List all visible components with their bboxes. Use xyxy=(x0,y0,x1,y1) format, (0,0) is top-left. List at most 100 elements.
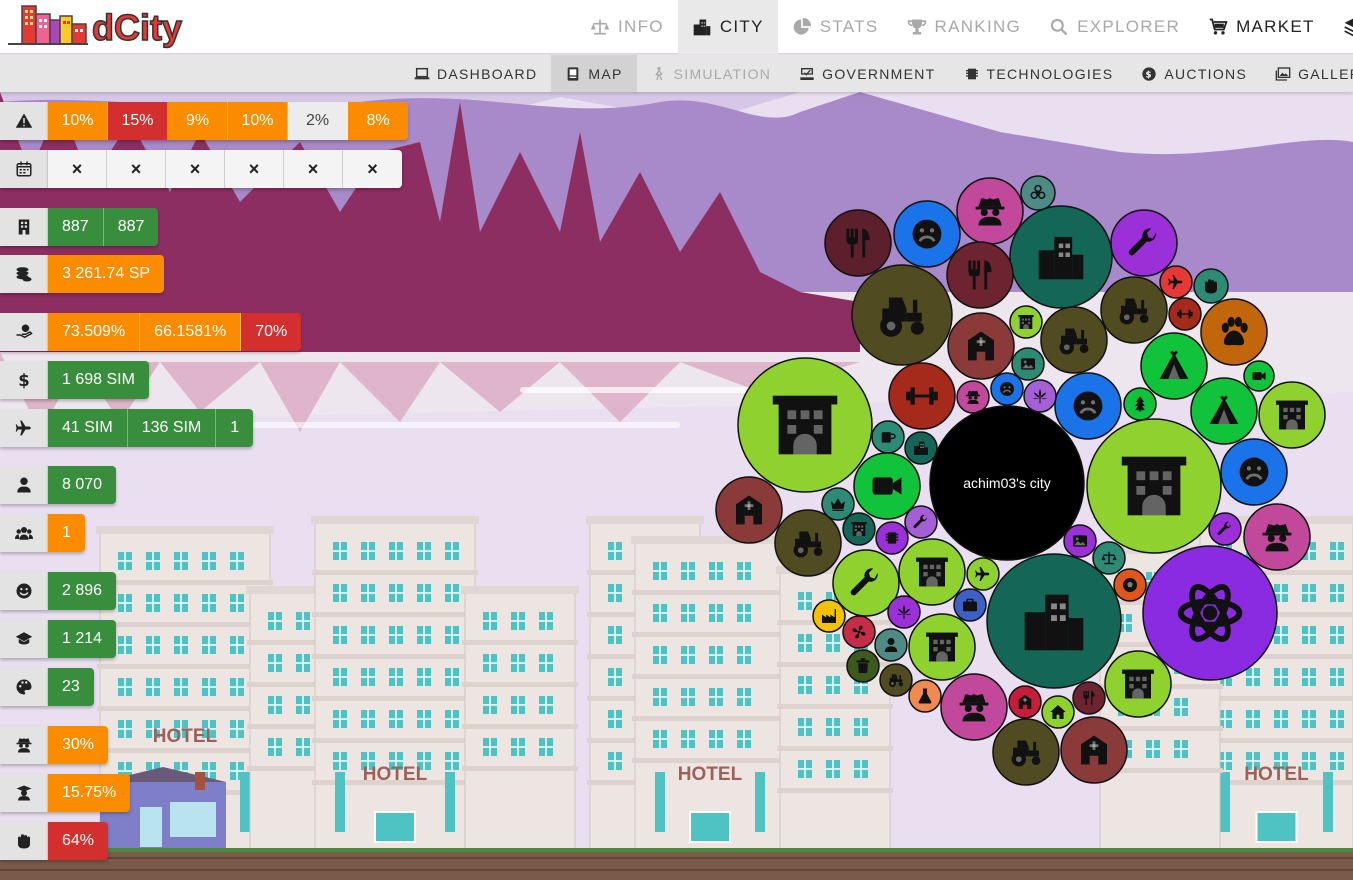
tab-info[interactable]: INFO xyxy=(576,0,678,54)
city-bubble[interactable] xyxy=(904,431,938,465)
city-bubble[interactable] xyxy=(908,613,976,681)
stat-value[interactable]: 887 xyxy=(103,208,159,246)
stat-value[interactable]: 8% xyxy=(348,102,408,140)
stat-value[interactable]: 73.509% xyxy=(48,313,141,351)
subtab-auctions[interactable]: $ AUCTIONS xyxy=(1127,55,1261,92)
stat-value[interactable]: × xyxy=(166,150,225,188)
city-bubble[interactable] xyxy=(953,588,987,622)
stat-value[interactable]: 15% xyxy=(108,102,168,140)
stat-value[interactable]: 887 xyxy=(48,208,104,246)
city-bubble[interactable] xyxy=(812,599,846,633)
city-bubble[interactable] xyxy=(1140,332,1208,400)
city-bubble[interactable] xyxy=(1208,512,1242,546)
city-bubble[interactable] xyxy=(1168,297,1202,331)
city-bubble[interactable] xyxy=(851,264,953,366)
stat-value[interactable]: 64% xyxy=(48,822,109,860)
stat-value[interactable]: 70% xyxy=(241,313,302,351)
subtab-map[interactable]: MAP xyxy=(551,55,637,92)
stat-value[interactable]: 1 xyxy=(48,514,85,552)
city-bubble[interactable] xyxy=(1200,298,1268,366)
city-bubble[interactable] xyxy=(956,177,1024,245)
city-bubble[interactable] xyxy=(1159,265,1193,299)
city-bubble[interactable] xyxy=(1060,716,1128,784)
city-bubble[interactable] xyxy=(1072,681,1106,715)
stat-value[interactable]: 10% xyxy=(228,102,288,140)
city-bubble[interactable] xyxy=(1040,306,1108,374)
stat-value[interactable]: × xyxy=(107,150,166,188)
city-bubble[interactable] xyxy=(853,452,921,520)
stat-value[interactable]: 1 214 xyxy=(48,620,117,658)
stat-value[interactable]: 9% xyxy=(168,102,228,140)
stat-value[interactable]: 15.75% xyxy=(48,774,131,812)
city-bubble[interactable] xyxy=(1054,372,1122,440)
city-bubble[interactable] xyxy=(1220,438,1288,506)
city-bubble[interactable] xyxy=(871,420,905,454)
city-bubble[interactable] xyxy=(1020,175,1056,211)
city-bubble[interactable] xyxy=(1041,695,1075,729)
city-bubble[interactable] xyxy=(1243,360,1275,392)
tab-ranking[interactable]: RANKING xyxy=(893,0,1036,54)
city-bubble[interactable] xyxy=(1110,209,1178,277)
city-bubble[interactable] xyxy=(842,615,876,649)
city-bubble[interactable] xyxy=(1258,381,1326,449)
city-bubble[interactable] xyxy=(1008,685,1042,719)
city-bubble[interactable] xyxy=(824,209,892,277)
city-bubble[interactable] xyxy=(992,718,1060,786)
stat-value[interactable]: 136 SIM xyxy=(127,409,217,447)
stat-value[interactable]: 2% xyxy=(288,102,348,140)
city-bubble[interactable] xyxy=(908,679,942,713)
stat-value[interactable]: × xyxy=(48,150,107,188)
city-bubble[interactable] xyxy=(1023,379,1057,413)
city-bubble[interactable] xyxy=(715,476,783,544)
city-bubble[interactable] xyxy=(887,595,921,629)
tab-more[interactable] xyxy=(1329,0,1353,54)
stat-value[interactable]: 8 070 xyxy=(48,466,117,504)
city-bubble[interactable] xyxy=(898,538,966,606)
city-bubble[interactable] xyxy=(1190,377,1258,445)
stat-value[interactable]: × xyxy=(225,150,284,188)
stat-value[interactable]: 1 698 SIM xyxy=(48,361,149,399)
tab-stats[interactable]: STATS xyxy=(778,0,893,54)
city-bubble[interactable] xyxy=(888,362,956,430)
city-bubble[interactable] xyxy=(846,649,880,683)
city-bubble[interactable] xyxy=(893,200,961,268)
subtab-government[interactable]: GOVERNMENT xyxy=(785,55,949,92)
city-bubble[interactable] xyxy=(904,505,938,539)
city-bubble[interactable] xyxy=(1009,205,1113,309)
city-bubble[interactable] xyxy=(842,512,876,546)
city-bubble[interactable] xyxy=(1123,387,1157,421)
city-bubble[interactable] xyxy=(1104,650,1172,718)
city-bubble[interactable] xyxy=(1009,305,1043,339)
city-bubble[interactable] xyxy=(1113,568,1147,602)
city-bubble[interactable] xyxy=(947,312,1015,380)
stat-value[interactable]: 66.1581% xyxy=(140,313,242,351)
city-bubble[interactable] xyxy=(879,663,913,697)
tab-market[interactable]: MARKET xyxy=(1194,0,1329,54)
city-bubble[interactable] xyxy=(990,372,1024,406)
dcity-logo[interactable]: dCity xyxy=(6,2,206,52)
city-bubble[interactable] xyxy=(1086,418,1222,554)
city-bubble[interactable] xyxy=(1193,268,1229,304)
city-bubble[interactable] xyxy=(986,553,1122,689)
stat-value[interactable]: 41 SIM xyxy=(48,409,128,447)
city-bubble[interactable] xyxy=(774,509,842,577)
stat-value[interactable]: × xyxy=(343,150,402,188)
stat-value[interactable]: 10% xyxy=(48,102,108,140)
tab-explorer[interactable]: EXPLORER xyxy=(1035,0,1194,54)
stat-value[interactable]: 30% xyxy=(48,726,109,764)
subtab-technologies[interactable]: TECHNOLOGIES xyxy=(950,55,1128,92)
tab-city[interactable]: CITY xyxy=(677,0,778,54)
city-bubble[interactable] xyxy=(1243,503,1311,571)
city-bubble[interactable] xyxy=(1011,347,1045,381)
city-bubble[interactable] xyxy=(966,557,1000,591)
city-bubble[interactable] xyxy=(874,628,908,662)
city-center-bubble[interactable]: achim03's city xyxy=(929,405,1085,561)
city-bubble[interactable] xyxy=(1142,545,1278,681)
city-bubble[interactable] xyxy=(956,380,990,414)
city-bubble[interactable] xyxy=(946,241,1014,309)
stat-value[interactable]: 1 xyxy=(216,409,254,447)
city-bubble[interactable] xyxy=(875,521,909,555)
city-bubble[interactable] xyxy=(737,357,873,493)
city-bubble[interactable] xyxy=(1092,541,1126,575)
subtab-gallery[interactable]: GALLERY xyxy=(1261,55,1353,92)
